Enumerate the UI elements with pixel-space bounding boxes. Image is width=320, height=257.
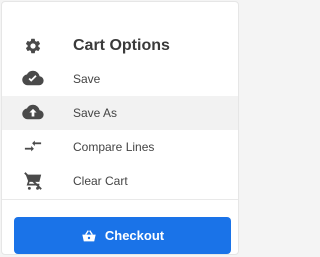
menu-item-compare-lines[interactable]: Compare Lines — [2, 130, 238, 164]
remove-cart-icon — [22, 171, 44, 191]
menu-item-label: Save As — [73, 106, 118, 120]
shopping-basket-icon — [81, 229, 97, 243]
gear-icon — [24, 37, 42, 55]
menu-item-label: Save — [73, 72, 101, 86]
panel-header: Cart Options — [2, 26, 238, 66]
compare-arrows-icon — [22, 137, 44, 157]
menu-item-save-as[interactable]: Save As — [2, 96, 238, 130]
menu-item-save[interactable]: Save — [2, 62, 238, 96]
menu-item-clear-cart[interactable]: Clear Cart — [2, 164, 238, 198]
panel-title: Cart Options — [73, 37, 170, 54]
cart-options-panel: Cart Options Save Save As Compare Lines … — [1, 1, 239, 255]
checkout-label: Checkout — [104, 228, 165, 243]
menu-item-label: Clear Cart — [73, 174, 128, 188]
cloud-upload-icon — [22, 103, 44, 123]
cloud-check-icon — [22, 69, 44, 89]
menu-item-label: Compare Lines — [73, 140, 155, 154]
checkout-button[interactable]: Checkout — [14, 217, 231, 254]
divider — [2, 199, 238, 200]
